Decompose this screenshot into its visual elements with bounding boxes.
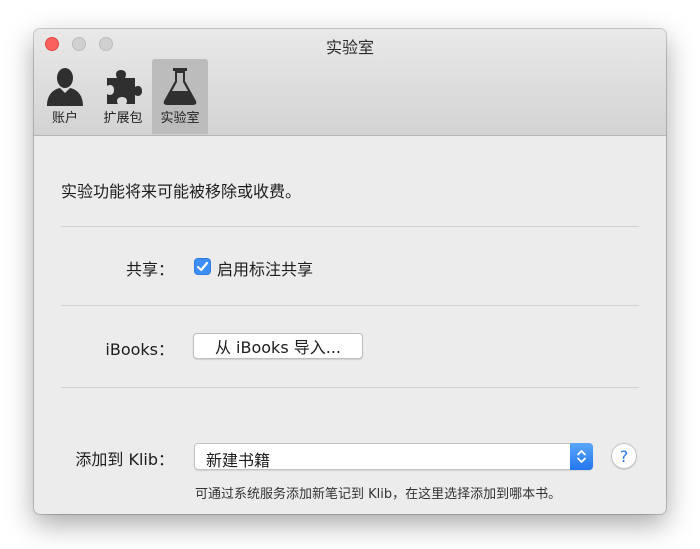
intro-text: 实验功能将来可能被移除或收费。	[61, 182, 302, 201]
labs-pane: 实验功能将来可能被移除或收费。 共享： 启用标注共享 iBooks： 从 iBo…	[34, 136, 666, 514]
klib-target-book-value: 新建书籍	[206, 451, 271, 470]
share-label: 共享：	[125, 260, 174, 279]
window-title: 实验室	[325, 38, 374, 57]
tab-extensions[interactable]: 扩展包	[95, 59, 151, 134]
tab-labs-label: 实验室	[160, 111, 200, 126]
divider	[61, 305, 639, 306]
titlebar: 实验室 账户 扩展包 实验室	[34, 29, 666, 136]
tab-labs[interactable]: 实验室	[152, 59, 208, 134]
preferences-window: 实验室 账户 扩展包 实验室 实验功能将来可能被移除或收费。 共享： 启用标注共…	[34, 29, 666, 514]
klib-target-book-select[interactable]: 新建书籍	[194, 443, 593, 470]
ibooks-label: iBooks：	[105, 340, 174, 359]
puzzle-icon	[107, 70, 142, 104]
checkmark-icon	[196, 261, 209, 272]
tab-account-label: 账户	[51, 111, 78, 126]
import-from-ibooks-button[interactable]: 从 iBooks 导入...	[193, 333, 363, 359]
add-to-klib-label: 添加到 Klib：	[75, 450, 174, 469]
help-button[interactable]: ?	[611, 443, 637, 469]
flask-icon	[163, 68, 197, 105]
klib-hint-text: 可通过系统服务添加新笔记到 Klib，在这里选择添加到哪本书。	[195, 487, 562, 502]
user-icon	[47, 68, 83, 106]
enable-annotation-sharing-label[interactable]: 启用标注共享	[217, 256, 313, 280]
tab-extensions-label: 扩展包	[103, 111, 143, 126]
divider	[61, 387, 639, 388]
tab-account[interactable]: 账户	[40, 59, 90, 134]
enable-annotation-sharing-checkbox[interactable]	[194, 258, 211, 275]
divider	[61, 226, 639, 227]
updown-arrows-icon[interactable]	[570, 443, 593, 470]
